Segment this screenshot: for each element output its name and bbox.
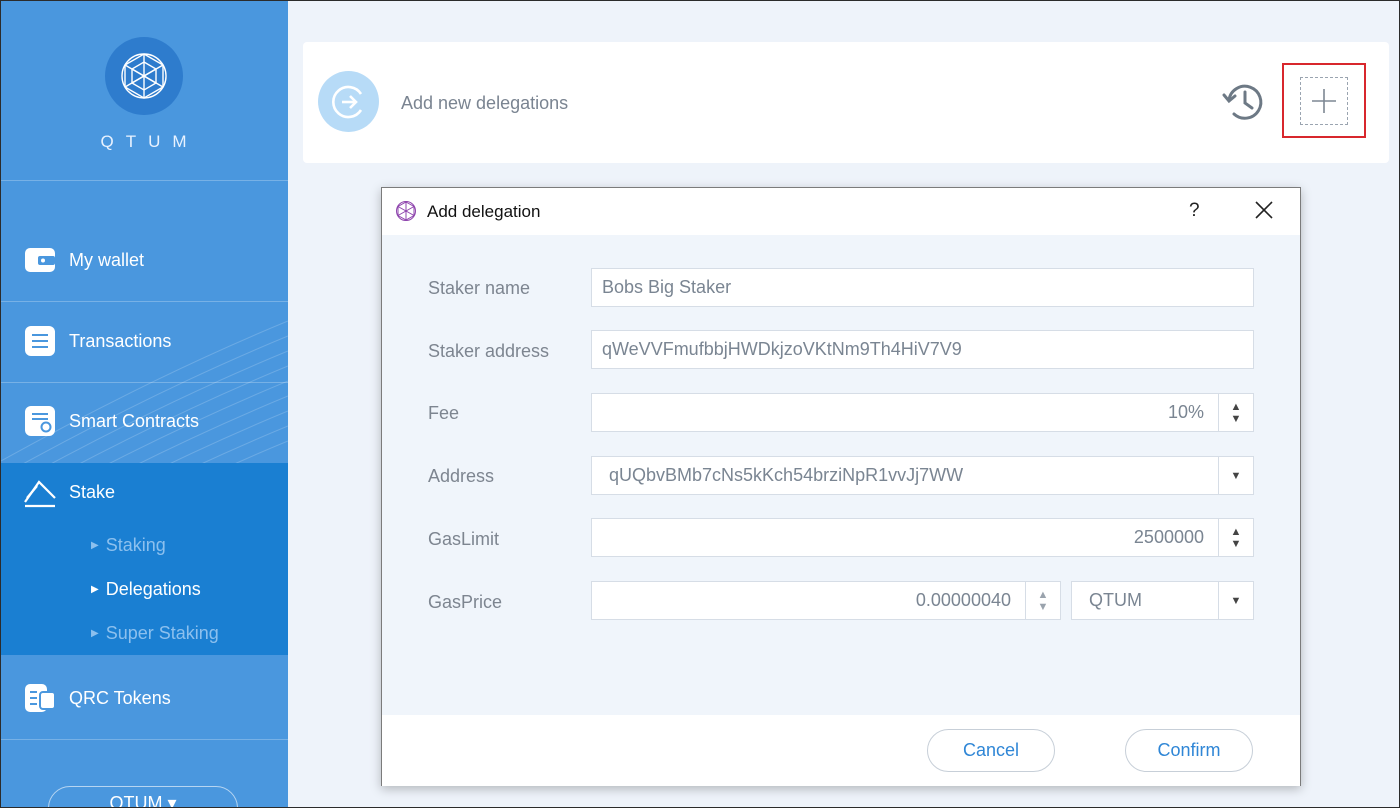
spinner-icon[interactable]: ▲ ▼	[1025, 582, 1060, 619]
sidebar-item-stake[interactable]: Stake	[1, 463, 288, 521]
gas-limit-label: GasLimit	[428, 529, 500, 549]
sidebar-subitem-super-staking[interactable]: ▶ Super Staking	[91, 623, 219, 644]
sidebar-item-label: Stake	[69, 481, 116, 502]
dropdown-arrow-icon[interactable]: ▼	[1218, 457, 1253, 494]
field-value: 0.00000040	[915, 590, 1011, 610]
add-delegation-dialog: Add delegation ? Staker name Bobs Big St…	[381, 187, 1301, 786]
list-icon	[23, 324, 57, 358]
sidebar-item-qrc-tokens[interactable]: QRC Tokens	[1, 669, 288, 727]
field-value: Bobs Big Staker	[602, 277, 732, 297]
sidebar-item-label: Smart Contracts	[69, 410, 200, 431]
confirm-button[interactable]: Confirm	[1125, 729, 1253, 772]
address-dropdown[interactable]: qUQbvBMb7cNs5kKch54brziNpR1vvJj7WW ▼	[591, 456, 1254, 495]
divider	[1, 739, 288, 740]
sidebar-subitem-delegations[interactable]: ▶ Delegations	[91, 579, 201, 600]
sidebar-item-smart-contracts[interactable]: Smart Contracts	[1, 392, 288, 450]
gas-price-label: GasPrice	[428, 592, 503, 612]
fee-spinbox[interactable]: 10% ▲ ▼	[591, 393, 1254, 432]
field-value: 10%	[1167, 402, 1204, 422]
address-label: Address	[428, 466, 495, 486]
caret-right-icon: ▶	[91, 540, 99, 551]
history-button[interactable]	[1220, 78, 1268, 126]
stake-icon	[23, 475, 57, 509]
add-delegation-button[interactable]	[1300, 77, 1348, 125]
caret-right-icon: ▶	[91, 628, 99, 639]
dialog-title: Add delegation	[427, 202, 541, 221]
staker-address-label: Staker address	[428, 341, 550, 361]
sidebar-subitem-label: Staking	[105, 535, 166, 555]
sidebar-subitem-staking[interactable]: ▶ Staking	[91, 535, 166, 556]
qtum-small-icon	[396, 201, 416, 221]
close-icon[interactable]	[1252, 198, 1276, 222]
plus-icon	[1312, 89, 1336, 113]
gas-price-unit-dropdown[interactable]: QTUM ▼	[1071, 581, 1254, 620]
wallet-icon	[23, 243, 57, 277]
sidebar-item-my-wallet[interactable]: My wallet	[1, 231, 288, 289]
token-icon	[23, 681, 57, 715]
dropdown-arrow-icon[interactable]: ▼	[1218, 582, 1253, 619]
field-value: QTUM	[1089, 590, 1142, 610]
sidebar-item-transactions[interactable]: Transactions	[1, 312, 288, 370]
contract-icon	[23, 404, 57, 438]
field-value: 2500000	[1133, 527, 1204, 547]
qtum-logo-icon	[105, 37, 183, 115]
currency-selector[interactable]: QTUM ▾	[48, 786, 238, 807]
staker-name-input[interactable]: Bobs Big Staker	[591, 268, 1254, 307]
field-value: qUQbvBMb7cNs5kKch54brziNpR1vvJj7WW	[609, 465, 964, 485]
dialog-footer: Cancel Confirm	[382, 715, 1300, 786]
sidebar-item-label: QRC Tokens	[69, 687, 171, 708]
sidebar-subitem-label: Super Staking	[105, 623, 219, 643]
field-value: qWeVVFmufbbjHWDkjzoVKtNm9Th4HiV7V9	[602, 339, 962, 359]
divider	[1, 382, 288, 383]
gas-limit-spinbox[interactable]: 2500000 ▲ ▼	[591, 518, 1254, 557]
staker-name-label: Staker name	[428, 278, 531, 298]
caret-right-icon: ▶	[91, 584, 99, 595]
brand-logo: QTUM	[1, 1, 288, 181]
gas-price-spinbox[interactable]: 0.00000040 ▲ ▼	[591, 581, 1061, 620]
page-title: Add new delegations	[401, 93, 569, 113]
sidebar-item-label: Transactions	[69, 330, 172, 351]
header-card: Add new delegations	[303, 42, 1389, 163]
spinner-icon[interactable]: ▲ ▼	[1218, 394, 1253, 431]
spinner-icon[interactable]: ▲ ▼	[1218, 519, 1253, 556]
sidebar-item-label: My wallet	[69, 249, 145, 270]
history-icon	[1222, 84, 1263, 120]
cancel-button[interactable]: Cancel	[927, 729, 1055, 772]
help-button[interactable]: ?	[1189, 200, 1200, 222]
delegation-arrow-icon	[318, 71, 379, 132]
sidebar: QTUM My wallet Transactions Smart Contra…	[1, 1, 288, 807]
staker-address-input[interactable]: qWeVVFmufbbjHWDkjzoVKtNm9Th4HiV7V9	[591, 330, 1254, 369]
logo-wordmark: QTUM	[100, 132, 199, 151]
fee-label: Fee	[428, 403, 460, 423]
app-window: QTUM My wallet Transactions Smart Contra…	[0, 0, 1400, 808]
divider	[1, 301, 288, 302]
dialog-titlebar: Add delegation ?	[382, 188, 1300, 235]
sidebar-subitem-label: Delegations	[105, 579, 201, 599]
